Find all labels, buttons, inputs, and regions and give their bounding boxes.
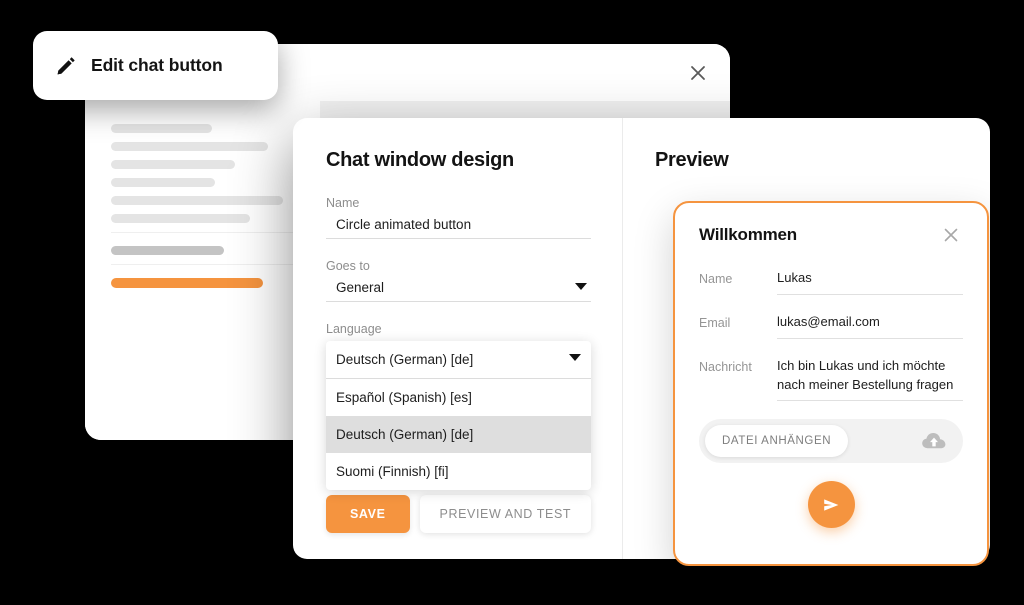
chat-message-input[interactable]: Ich bin Lukas und ich möchte nach meiner… — [777, 357, 963, 402]
preview-and-test-button[interactable]: PREVIEW AND TEST — [420, 495, 592, 533]
field-goes-to: Goes to General — [326, 259, 591, 302]
attach-file-button[interactable]: DATEI ANHÄNGEN — [705, 425, 848, 457]
skeleton-line — [111, 196, 283, 205]
send-row — [699, 481, 963, 528]
chat-field-email: Email lukas@email.com — [699, 313, 963, 339]
settings-skeleton-panel — [85, 101, 320, 440]
chevron-down-icon — [569, 354, 581, 361]
goes-to-select[interactable]: General — [326, 280, 591, 302]
chat-widget-title: Willkommen — [699, 225, 797, 245]
close-icon[interactable] — [941, 225, 963, 247]
language-option-es[interactable]: Español (Spanish) [es] — [326, 379, 591, 416]
skeleton-line-accent — [111, 278, 263, 288]
skeleton-line — [111, 214, 250, 223]
field-label-language: Language — [326, 322, 622, 336]
goes-to-value: General — [336, 280, 384, 295]
name-input[interactable]: Circle animated button — [326, 217, 591, 239]
language-combobox: Deutsch (German) [de] Español (Spanish) … — [326, 341, 591, 490]
chat-widget-preview: Willkommen Name Lukas Email lukas@email.… — [673, 201, 989, 566]
field-name: Name Circle animated button — [326, 196, 591, 239]
skeleton-line — [111, 124, 212, 133]
chat-field-label: Name — [699, 269, 777, 286]
language-selected-value[interactable]: Deutsch (German) [de] — [326, 341, 591, 379]
send-icon — [821, 495, 841, 515]
pencil-icon — [55, 55, 77, 77]
chat-name-input[interactable]: Lukas — [777, 269, 963, 295]
language-option-de[interactable]: Deutsch (German) [de] — [326, 416, 591, 453]
screenshot-root: Chat window design Name Circle animated … — [0, 0, 1024, 605]
skeleton-divider — [111, 232, 294, 233]
skeleton-line — [111, 142, 268, 151]
save-button[interactable]: SAVE — [326, 495, 410, 533]
chat-email-input[interactable]: lukas@email.com — [777, 313, 963, 339]
skeleton-line — [111, 178, 215, 187]
design-column: Chat window design Name Circle animated … — [293, 118, 622, 559]
attachment-bar: DATEI ANHÄNGEN — [699, 419, 963, 463]
chat-field-label: Email — [699, 313, 777, 330]
language-option-fi[interactable]: Suomi (Finnish) [fi] — [326, 453, 591, 490]
form-actions: SAVE PREVIEW AND TEST — [326, 495, 591, 533]
chat-design-panel: Chat window design Name Circle animated … — [293, 118, 990, 559]
field-label-name: Name — [326, 196, 591, 210]
chevron-down-icon — [575, 283, 587, 290]
skeleton-line — [111, 160, 235, 169]
skeleton-line-active — [111, 246, 224, 255]
chat-field-name: Name Lukas — [699, 269, 963, 295]
chat-field-label: Nachricht — [699, 357, 777, 374]
field-label-goes-to: Goes to — [326, 259, 591, 273]
language-dropdown: Deutsch (German) [de] Español (Spanish) … — [326, 341, 591, 490]
cloud-upload-icon[interactable] — [921, 431, 947, 451]
page-title: Chat window design — [326, 149, 622, 172]
chat-field-message: Nachricht Ich bin Lukas und ich möchte n… — [699, 357, 963, 402]
preview-title: Preview — [655, 149, 990, 172]
close-icon[interactable] — [684, 59, 712, 87]
language-selected-label: Deutsch (German) [de] — [336, 352, 473, 367]
edit-pill-label: Edit chat button — [91, 55, 223, 76]
skeleton-divider — [111, 264, 294, 265]
edit-chat-button-pill[interactable]: Edit chat button — [33, 31, 278, 100]
chat-widget-header: Willkommen — [699, 225, 963, 247]
send-button[interactable] — [808, 481, 855, 528]
